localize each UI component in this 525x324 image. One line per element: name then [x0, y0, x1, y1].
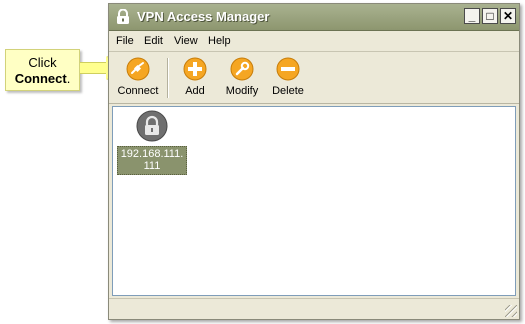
toolbar-separator — [167, 58, 169, 98]
modify-label: Modify — [225, 85, 259, 97]
callout-line-2: Connect. — [6, 71, 79, 87]
resize-grip-icon[interactable] — [505, 305, 517, 317]
window-title: VPN Access Manager — [137, 9, 270, 24]
close-button[interactable]: ✕ — [500, 8, 516, 24]
callout-arrow-body — [80, 62, 108, 74]
modify-button[interactable]: Modify — [222, 57, 262, 97]
tooltip-callout: Click Connect. — [5, 49, 80, 91]
delete-label: Delete — [272, 85, 304, 97]
delete-button[interactable]: Delete — [269, 57, 307, 97]
app-window: VPN Access Manager _ □ ✕ File Edit View … — [108, 3, 520, 320]
callout-tail: . — [66, 71, 71, 86]
connection-list[interactable]: 192.168.111.111 — [112, 106, 516, 296]
menu-help[interactable]: Help — [208, 35, 231, 47]
maximize-button[interactable]: □ — [482, 8, 498, 24]
add-label: Add — [185, 85, 205, 97]
connect-label: Connect — [117, 85, 159, 97]
minimize-button[interactable]: _ — [464, 8, 480, 24]
menu-bar: File Edit View Help — [109, 31, 519, 52]
menu-edit[interactable]: Edit — [144, 35, 163, 47]
status-bar — [109, 298, 519, 319]
delete-icon — [276, 57, 300, 81]
toolbar: Connect Add Modify Delete — [109, 52, 519, 104]
connect-button[interactable]: Connect — [116, 57, 160, 97]
wrench-icon — [230, 57, 254, 81]
connection-label: 192.168.111.111 — [117, 146, 187, 175]
add-button[interactable]: Add — [180, 57, 210, 97]
connect-icon — [126, 57, 150, 81]
vpn-lock-icon — [136, 110, 168, 142]
title-bar[interactable]: VPN Access Manager _ □ ✕ — [109, 4, 519, 31]
callout-line-1: Click — [28, 55, 57, 70]
app-lock-icon — [117, 9, 129, 24]
connection-item[interactable]: 192.168.111.111 — [117, 110, 187, 175]
menu-view[interactable]: View — [174, 35, 198, 47]
menu-file[interactable]: File — [116, 35, 134, 47]
callout-bold-text: Connect — [14, 71, 67, 86]
add-icon — [183, 57, 207, 81]
